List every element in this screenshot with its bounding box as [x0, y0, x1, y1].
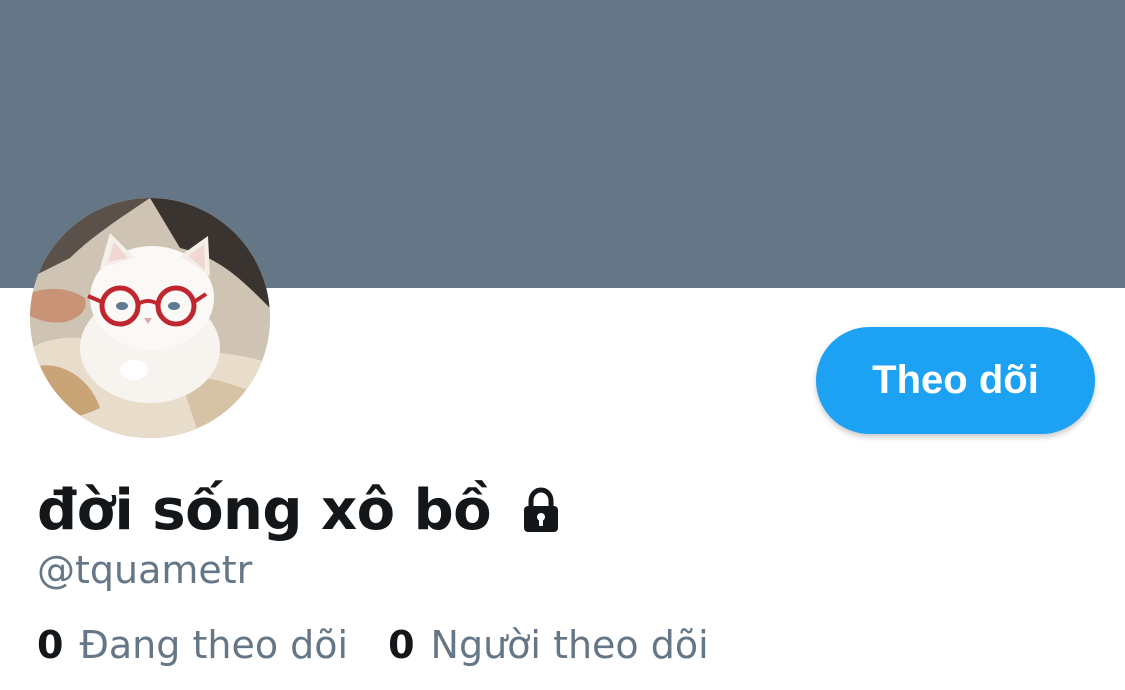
avatar[interactable] [30, 198, 270, 438]
lock-icon [517, 486, 565, 534]
profile-handle: @tquametr [37, 548, 253, 592]
profile-name-row: đời sống xô bồ [37, 470, 565, 550]
follow-button[interactable]: Theo dõi [816, 327, 1095, 434]
followers-stat[interactable]: 0 Người theo dõi [388, 623, 709, 667]
following-count: 0 [37, 623, 64, 667]
following-label: Đang theo dõi [79, 623, 349, 667]
followers-label: Người theo dõi [430, 623, 709, 667]
profile-stats: 0 Đang theo dõi 0 Người theo dõi [37, 623, 709, 667]
avatar-image [30, 198, 270, 438]
display-name: đời sống xô bồ [37, 477, 492, 543]
following-stat[interactable]: 0 Đang theo dõi [37, 623, 348, 667]
followers-count: 0 [388, 623, 415, 667]
